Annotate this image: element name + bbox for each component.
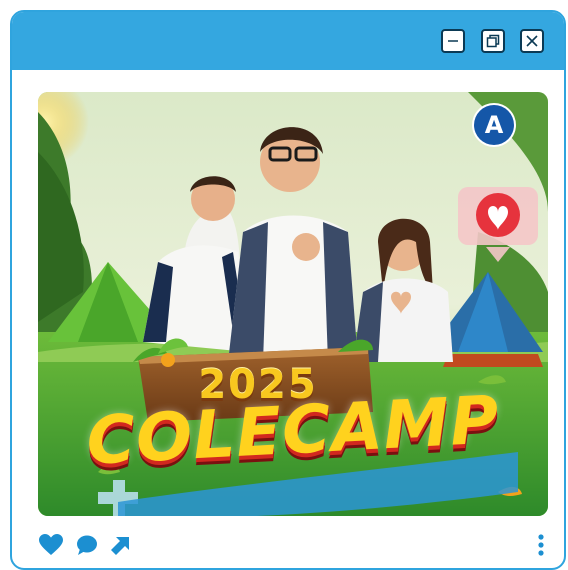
window-titlebar <box>12 12 564 70</box>
like-button[interactable] <box>38 532 64 558</box>
more-options-button[interactable] <box>528 532 554 558</box>
school-logo: A <box>474 105 514 145</box>
post-actions-bar <box>12 524 564 564</box>
share-arrow-icon <box>111 537 129 555</box>
restore-button[interactable] <box>481 29 505 53</box>
close-icon <box>526 35 538 47</box>
minimize-button[interactable] <box>441 29 465 53</box>
more-vertical-icon <box>538 534 544 556</box>
post-image[interactable]: A 2025 COLECAMP <box>38 92 548 516</box>
heart-icon <box>39 534 63 555</box>
restore-icon <box>486 34 500 48</box>
comment-icon <box>77 535 97 555</box>
share-button[interactable] <box>108 532 134 558</box>
comment-button[interactable] <box>74 532 100 558</box>
minimize-icon <box>448 40 458 42</box>
post-window: A 2025 COLECAMP <box>10 10 566 570</box>
close-button[interactable] <box>520 29 544 53</box>
